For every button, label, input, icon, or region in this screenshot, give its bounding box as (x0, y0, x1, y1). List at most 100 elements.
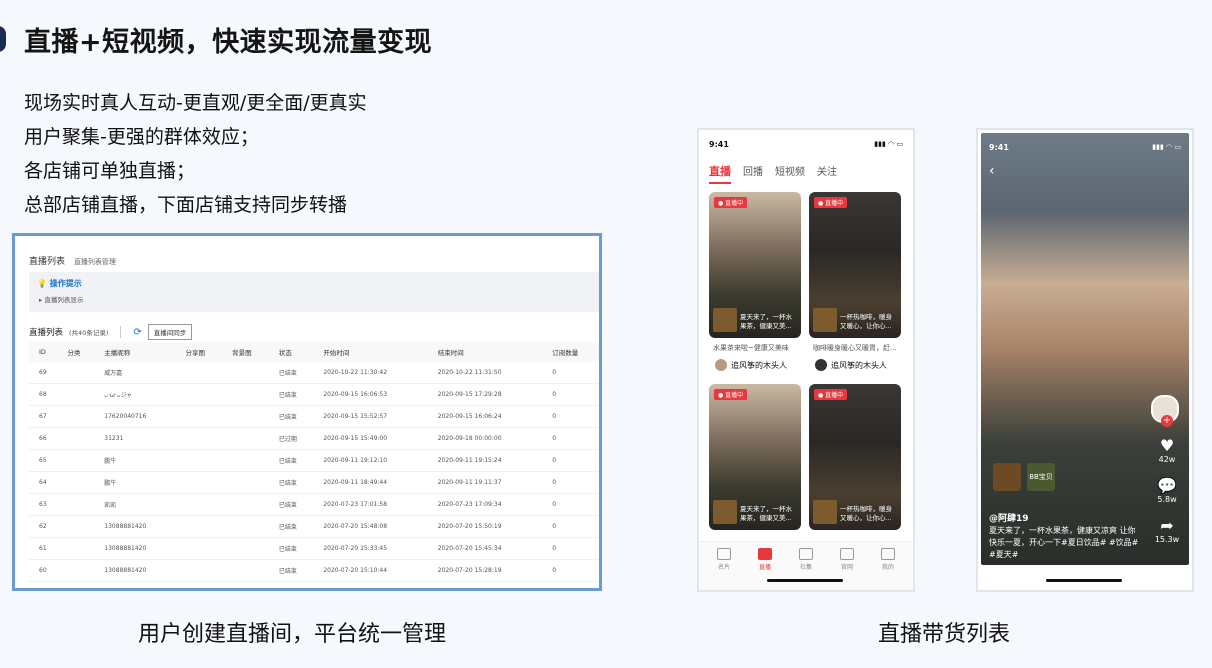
monitor-icon (840, 548, 854, 560)
table-cell-anchor: 13088881420 (94, 537, 176, 560)
table-cell-anchor: 鹏牛 (94, 471, 176, 494)
table-cell-anchor: 13088881420 (94, 515, 176, 538)
refresh-icon[interactable]: ⟳ (133, 327, 141, 338)
live-card[interactable]: ● 直播中 夏天来了，一杯水果茶，健康又美... (709, 192, 801, 338)
tab-website[interactable]: 官网 (832, 548, 862, 571)
product-thumbnail[interactable] (713, 500, 737, 524)
product-thumbnail[interactable] (713, 308, 737, 332)
product-text: 一杯热咖啡，暖身又暖心，让你心... (840, 505, 892, 522)
tip-title[interactable]: 💡 操作提示 (37, 278, 82, 289)
table-cell-share (175, 449, 223, 472)
table-cell-id: 59 (29, 581, 58, 588)
col-header[interactable]: 分享图 (175, 342, 223, 362)
share-button[interactable]: ➦ 15.3w (1153, 517, 1181, 545)
live-badge: ● 直播中 (714, 197, 748, 208)
tab-mine[interactable]: 我的 (873, 548, 903, 571)
username[interactable]: @阿肆19 (989, 511, 1029, 524)
col-header[interactable]: 结束时间 (427, 342, 543, 362)
back-icon[interactable]: ‹ (989, 163, 995, 179)
tab-replay[interactable]: 回播 (743, 163, 763, 179)
video-description: 夏天来了，一杯水果茶，健康又凉爽 让你快乐一夏，开心一下#夏日饮品# #饮品# … (989, 526, 1139, 559)
table-cell-bg (222, 537, 269, 560)
comment-icon: 💬 (1157, 476, 1177, 495)
table-cell-bg (222, 362, 269, 384)
breadcrumb: 直播列表 直播列表管理 (29, 254, 116, 267)
tab-label: 社集 (799, 564, 812, 571)
table-row[interactable]: 67 17620040716 已结束 2020-09-15 15:52:57 2020-… (29, 405, 599, 428)
table-cell-start: 2020-07-20 15:48:08 (313, 515, 428, 538)
tab-label: 我的 (881, 564, 894, 571)
table-cell-anchor: 鹏牛 (94, 449, 176, 472)
table-cell-cat (57, 427, 95, 450)
col-header[interactable]: 分类 (57, 342, 95, 362)
bottom-tab-bar: 名片 直播 社集 官网 我的 (699, 541, 913, 590)
table-cell-bg (222, 515, 269, 538)
col-header[interactable]: 主播昵称 (94, 342, 176, 362)
breadcrumb-item[interactable]: 直播列表管理 (74, 258, 116, 266)
live-card[interactable]: ● 直播中 一杯热咖啡，暖身又暖心，让你心... (809, 384, 901, 530)
share-count: 15.3w (1154, 535, 1180, 544)
table-row[interactable]: 60 13088881420 已结束 2020-07-20 15:10:44 2020-… (29, 559, 599, 582)
table-cell-end: 2020-09-15 16:06:24 (427, 405, 543, 428)
tab-live-bottom[interactable]: 直播 (750, 548, 780, 571)
table-row[interactable]: 61 13088881420 已结束 2020-07-20 15:33:45 2020-… (29, 537, 599, 560)
col-header[interactable]: ID (29, 342, 58, 362)
card-meta: 咖啡暖身暖心又暖胃，赶... (813, 344, 897, 352)
table-row[interactable]: 63 凯凯 已结束 2020-07-23 17:01:58 2020-07-23 17:… (29, 493, 599, 516)
like-count: 42w (1158, 455, 1176, 464)
table-row[interactable]: 62 13088881420 已结束 2020-07-20 15:48:08 2020-… (29, 515, 599, 538)
author[interactable]: 追风筝的木头人 (815, 359, 887, 371)
sync-live-room-button[interactable]: 直播间同步 (147, 324, 193, 340)
table-cell-bg (222, 405, 269, 428)
table-cell-subs: 0 (542, 405, 599, 428)
tip-title-label: 操作提示 (49, 279, 82, 288)
col-header[interactable]: 状态 (268, 342, 314, 362)
tab-follow[interactable]: 关注 (817, 163, 837, 179)
live-video[interactable]: 9:41 ▮▮▮ ◠ ▭ ‹ + ♥ 42w 💬 5.8w ➦ 15.3w BB宝贝 … (981, 133, 1189, 565)
tab-community[interactable]: 社集 (791, 548, 821, 571)
tab-label: 直播 (758, 564, 771, 571)
table-header-bar: 直播列表 (共40条记录) ⟳ 直播间同步 (29, 324, 193, 340)
tab-card[interactable]: 名片 (709, 548, 739, 571)
caption-left: 用户创建直播间，平台统一管理 (138, 622, 447, 647)
table-cell-start: 2020-07-23 17:01:58 (313, 493, 428, 516)
live-card[interactable]: ● 直播中 夏天来了，一杯水果茶，健康又美... (709, 384, 801, 530)
table-cell-id: 69 (29, 362, 58, 384)
col-header[interactable]: 背景图 (222, 342, 269, 362)
table-cell-start: 2020-09-11 18:49:44 (313, 471, 428, 494)
divider (120, 326, 122, 338)
table-row[interactable]: 69 威万嘉 已结束 2020-10-22 11:30:42 2020-10-22 11… (29, 362, 599, 384)
table-cell-share (175, 405, 223, 428)
like-button[interactable]: ♥ 42w (1153, 437, 1181, 465)
page-title: 直播列表 (29, 257, 66, 267)
play-icon (758, 548, 772, 560)
table-cell-start: 2020-07-20 15:33:45 (313, 537, 428, 560)
col-header[interactable]: 开始时间 (313, 342, 428, 362)
comment-button[interactable]: 💬 5.8w (1153, 476, 1181, 505)
table-row[interactable]: 66 31231 已过期 2020-09-15 15:49:00 2020-09-18 … (29, 427, 599, 450)
user-icon (881, 548, 895, 560)
table-cell-subs: 0 (542, 537, 599, 560)
product-thumbnail[interactable] (993, 463, 1021, 491)
table-cell-status: 已结束 (268, 471, 314, 494)
tab-short-video[interactable]: 短视频 (775, 163, 805, 179)
live-card[interactable]: ● 直播中 一杯热咖啡，暖身又暖心，让你心... (809, 192, 901, 338)
table-cell-bg (222, 427, 269, 450)
table-row[interactable]: 68 ᴗ·ω·ᴗジャ 已结束 2020-09-15 16:06:53 2020-09-1… (29, 383, 599, 406)
table-cell-anchor: 凯凯 (94, 493, 176, 516)
home-icon (799, 548, 813, 560)
table-row[interactable]: 64 鹏牛 已结束 2020-09-11 18:49:44 2020-09-11 19:… (29, 471, 599, 494)
admin-live-list-panel: 直播列表 直播列表管理 💡 操作提示 ▸ 直播列表显示 直播列表 (共40条记录… (12, 233, 602, 591)
col-header[interactable]: 订阅数量 (542, 342, 599, 362)
author[interactable]: 追风筝的木头人 (715, 359, 787, 371)
product-thumbnail[interactable] (813, 500, 837, 524)
table-row[interactable]: 65 鹏牛 已结束 2020-09-11 19:12:10 2020-09-11 19:… (29, 449, 599, 472)
table-cell-start: 2020-09-15 15:52:57 (313, 405, 428, 428)
product-thumbnail[interactable]: BB宝贝 (1027, 463, 1055, 491)
product-thumbnail[interactable] (813, 308, 837, 332)
follow-plus-icon[interactable]: + (1161, 415, 1173, 427)
feature-item: 总部店铺直播，下面店铺支持同步转播 (24, 194, 348, 216)
tab-live[interactable]: 直播 (709, 163, 731, 184)
bulb-icon: 💡 (37, 279, 47, 288)
table-row[interactable]: 59 凯凯 已结束2020-07-20 14:20:522020-07-20 14:… (29, 581, 599, 588)
